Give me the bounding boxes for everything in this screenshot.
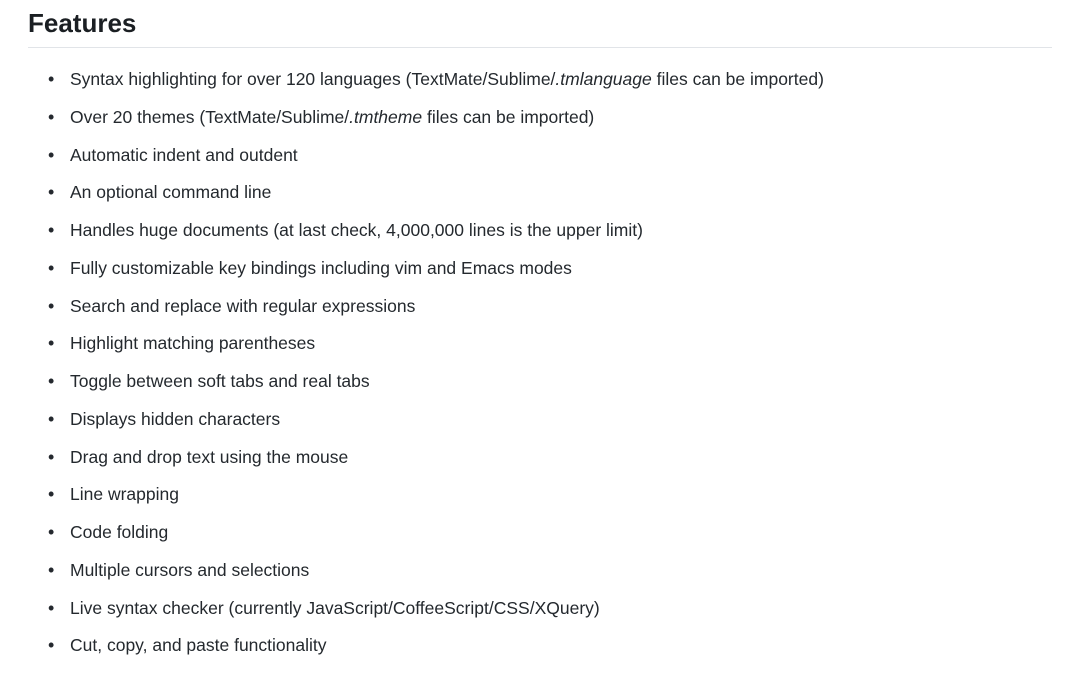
feature-text-italic: .tmlanguage xyxy=(555,69,651,89)
feature-text-italic: .tmtheme xyxy=(349,107,422,127)
feature-text: Displays hidden characters xyxy=(70,409,280,429)
feature-text: Handles huge documents (at last check, 4… xyxy=(70,220,643,240)
feature-item: Code folding xyxy=(66,519,1052,545)
feature-list: Syntax highlighting for over 120 languag… xyxy=(28,66,1052,659)
feature-item: Highlight matching parentheses xyxy=(66,330,1052,356)
feature-text: Highlight matching parentheses xyxy=(70,333,315,353)
feature-item: Syntax highlighting for over 120 languag… xyxy=(66,66,1052,92)
feature-text: An optional command line xyxy=(70,182,271,202)
feature-item: Drag and drop text using the mouse xyxy=(66,444,1052,470)
feature-text: Fully customizable key bindings includin… xyxy=(70,258,572,278)
feature-text: Cut, copy, and paste functionality xyxy=(70,635,327,655)
feature-text: Line wrapping xyxy=(70,484,179,504)
feature-item: Multiple cursors and selections xyxy=(66,557,1052,583)
feature-text: Live syntax checker (currently JavaScrip… xyxy=(70,598,600,618)
feature-item: Line wrapping xyxy=(66,481,1052,507)
feature-item: An optional command line xyxy=(66,179,1052,205)
feature-item: Automatic indent and outdent xyxy=(66,142,1052,168)
feature-item: Cut, copy, and paste functionality xyxy=(66,632,1052,658)
feature-text: Code folding xyxy=(70,522,168,542)
feature-text: Drag and drop text using the mouse xyxy=(70,447,348,467)
feature-item: Live syntax checker (currently JavaScrip… xyxy=(66,595,1052,621)
feature-item: Handles huge documents (at last check, 4… xyxy=(66,217,1052,243)
feature-text: Over 20 themes (TextMate/Sublime/ xyxy=(70,107,349,127)
section-heading: Features xyxy=(28,8,1052,48)
feature-text: Multiple cursors and selections xyxy=(70,560,309,580)
feature-text: files can be imported) xyxy=(652,69,824,89)
feature-item: Toggle between soft tabs and real tabs xyxy=(66,368,1052,394)
features-section: Features Syntax highlighting for over 12… xyxy=(0,0,1080,690)
feature-text: Search and replace with regular expressi… xyxy=(70,296,415,316)
feature-text: Syntax highlighting for over 120 languag… xyxy=(70,69,555,89)
feature-text: files can be imported) xyxy=(422,107,594,127)
feature-text: Toggle between soft tabs and real tabs xyxy=(70,371,370,391)
feature-item: Search and replace with regular expressi… xyxy=(66,293,1052,319)
feature-item: Fully customizable key bindings includin… xyxy=(66,255,1052,281)
feature-item: Displays hidden characters xyxy=(66,406,1052,432)
feature-item: Over 20 themes (TextMate/Sublime/.tmthem… xyxy=(66,104,1052,130)
feature-text: Automatic indent and outdent xyxy=(70,145,298,165)
